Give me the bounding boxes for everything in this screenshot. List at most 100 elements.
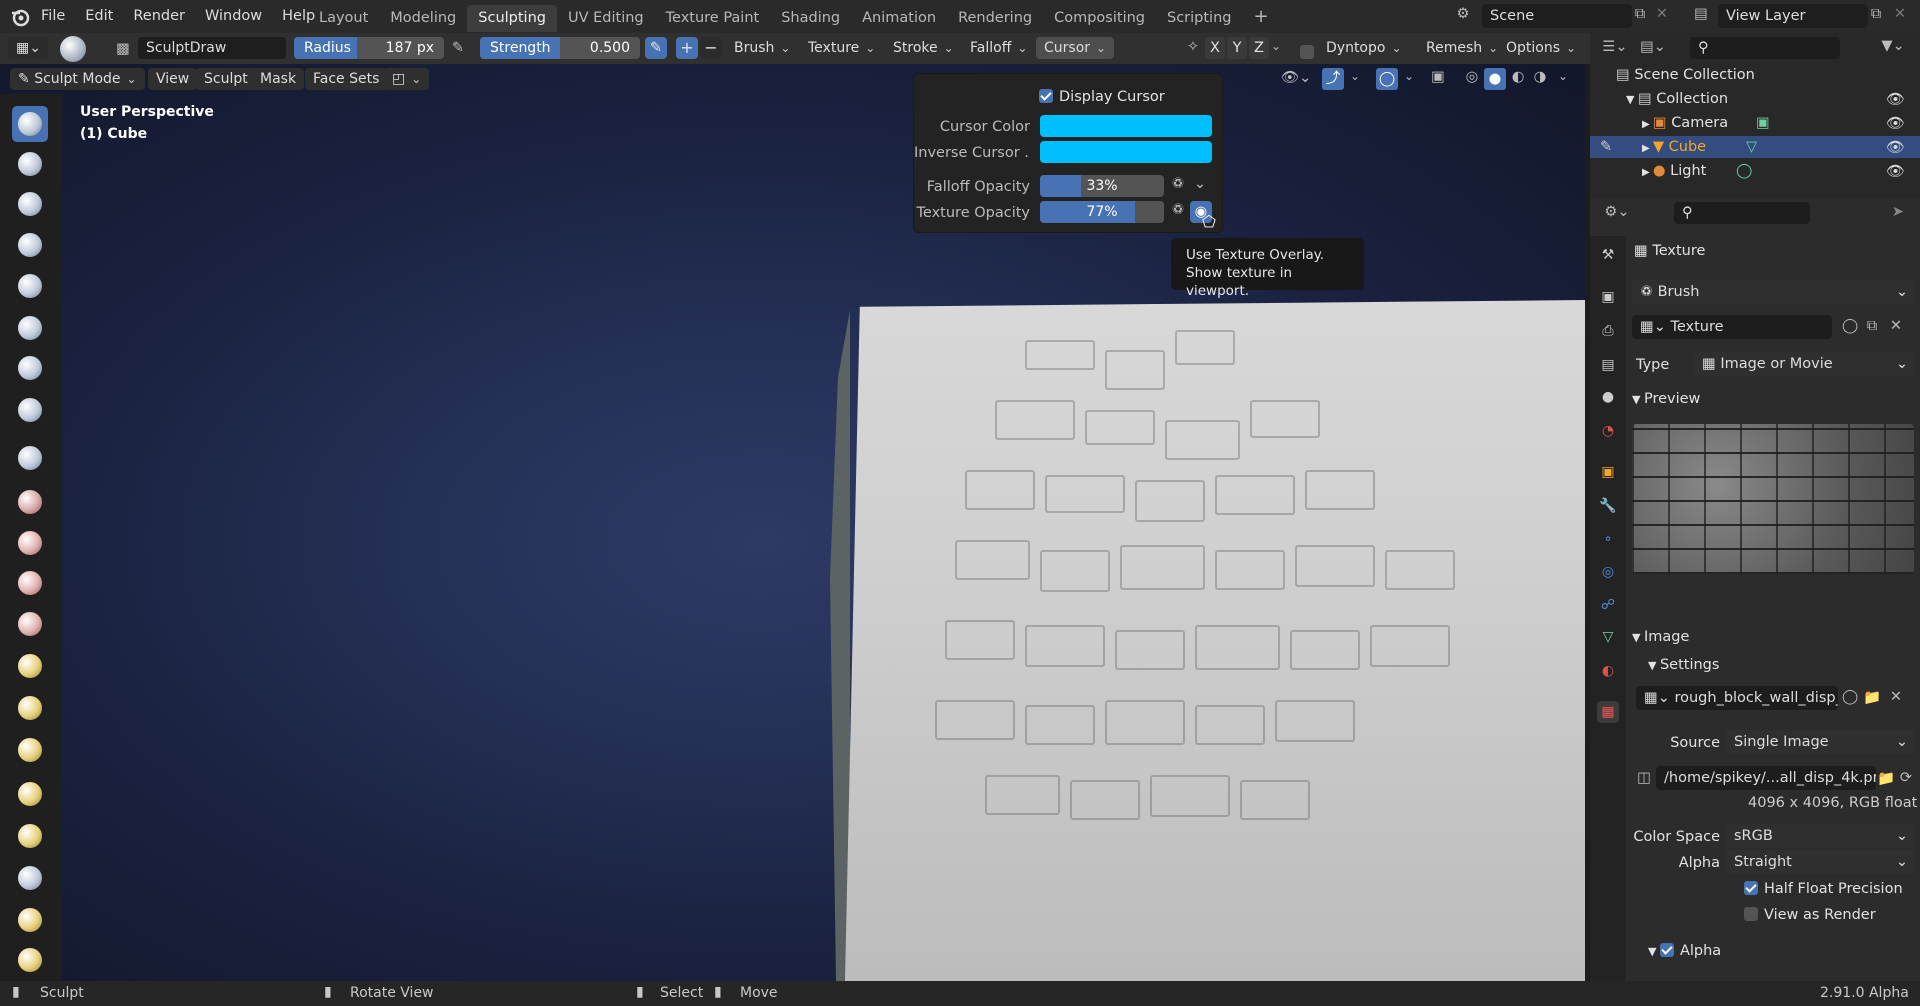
delete-view-layer-icon[interactable]: ✕ [1890, 6, 1910, 22]
tab-render-icon[interactable]: ▣ [1597, 286, 1619, 308]
shading-wireframe-icon[interactable]: ◎ [1462, 69, 1482, 85]
tool-elastic-deform[interactable] [12, 776, 48, 812]
tool-draw[interactable] [12, 106, 48, 142]
tool-fill[interactable] [12, 565, 48, 601]
tab-compositing[interactable]: Compositing [1043, 5, 1156, 32]
tool-clay-thumb[interactable] [12, 268, 48, 304]
falloff-opacity-slider[interactable]: 33% [1040, 175, 1164, 197]
half-float-checkbox[interactable] [1744, 881, 1758, 895]
cube-visibility-eye-icon[interactable]: 👁 [1886, 136, 1905, 158]
texture-opacity-slider[interactable]: 77% [1040, 201, 1164, 223]
gizmo-toggle-icon[interactable]: ⤴ [1322, 68, 1344, 90]
stroke-menu[interactable]: Stroke [885, 37, 962, 59]
pin-icon[interactable]: ➤ [1888, 204, 1908, 220]
half-float-row[interactable]: Half Float Precision [1744, 878, 1903, 900]
menu-face-sets[interactable]: Face Sets [305, 68, 388, 90]
menu-view[interactable]: View [148, 68, 198, 90]
tab-view-layer-icon[interactable]: ▤ [1597, 354, 1619, 376]
display-cursor-row[interactable]: Display Cursor [1039, 86, 1165, 108]
scene-name-field[interactable]: Scene [1482, 4, 1632, 28]
fake-user-shield-icon[interactable]: ◯ [1840, 318, 1860, 334]
view-as-render-checkbox[interactable] [1744, 907, 1758, 921]
delete-scene-icon[interactable]: ✕ [1652, 6, 1672, 22]
tab-modeling[interactable]: Modeling [379, 5, 467, 32]
tab-animation[interactable]: Animation [851, 5, 947, 32]
gizmo-dropdown-icon[interactable]: ⌄ [1348, 69, 1362, 83]
falloff-menu[interactable]: Falloff [962, 37, 1035, 59]
brush-name-field[interactable]: SculptDraw [138, 37, 286, 59]
inverse-cursor-color-swatch[interactable] [1040, 141, 1212, 163]
scene-selector-icon[interactable]: ⚙ [1448, 6, 1478, 28]
brush-preview-icon[interactable] [60, 36, 86, 62]
image-fake-user-icon[interactable]: ◯ [1840, 689, 1860, 705]
alpha-dropdown[interactable]: Straight ⌄ [1726, 850, 1914, 874]
dyntopo-menu[interactable]: Dyntopo [1318, 37, 1410, 59]
shading-dropdown-icon[interactable]: ⌄ [1556, 69, 1570, 83]
menu-sculpt[interactable]: Sculpt [196, 68, 256, 90]
texture-menu[interactable]: Texture [800, 37, 883, 59]
image-datablock-field[interactable]: ▦⌄ rough_block_wall_disp_... [1636, 686, 1838, 710]
tool-thumb[interactable] [12, 860, 48, 896]
add-direction-button[interactable]: + [676, 37, 698, 59]
tool-snake-hook[interactable] [12, 818, 48, 854]
menu-file[interactable]: File [31, 0, 75, 33]
tab-tool-icon[interactable]: ⚒ [1597, 244, 1619, 266]
add-workspace-button[interactable]: + [1242, 3, 1279, 30]
outliner-item-cube[interactable]: ▶ ▼ Cube ▽ 👁 [1642, 136, 1916, 158]
tool-smooth[interactable] [12, 484, 48, 520]
menu-edit[interactable]: Edit [75, 0, 123, 33]
tab-layout[interactable]: Layout [308, 5, 379, 32]
view-layer-icon[interactable]: ▤ [1686, 6, 1716, 22]
dyntopo-checkbox[interactable] [1300, 45, 1314, 59]
new-texture-icon[interactable]: ⧉ [1862, 318, 1882, 334]
tool-multiplane-scrape[interactable] [12, 648, 48, 684]
display-cursor-checkbox[interactable] [1039, 89, 1053, 103]
texture-datablock-field[interactable]: ▦⌄ Texture [1632, 315, 1832, 339]
radius-slider[interactable]: Radius 187 px [294, 37, 444, 59]
tool-crease[interactable] [12, 440, 48, 476]
tab-scripting[interactable]: Scripting [1156, 5, 1242, 32]
settings-subpanel-header[interactable]: ▼ Settings [1648, 654, 1719, 676]
color-space-dropdown[interactable]: sRGB ⌄ [1726, 824, 1914, 848]
unlink-image-icon[interactable]: ✕ [1886, 689, 1906, 705]
symmetry-icon[interactable]: ✧ [1183, 39, 1203, 55]
tab-constraints-icon[interactable]: ☍ [1597, 594, 1619, 616]
tab-modifiers-icon[interactable]: 🔧 [1597, 495, 1619, 517]
menu-mask[interactable]: Mask [252, 68, 305, 90]
shading-solid-icon[interactable]: ● [1484, 68, 1506, 90]
overlays-toggle-icon[interactable]: ◯ [1376, 68, 1398, 90]
brush-menu[interactable]: Brush [726, 37, 798, 59]
reload-image-icon[interactable]: ⟳ [1896, 770, 1916, 786]
new-view-layer-icon[interactable]: ⧉ [1866, 6, 1886, 22]
tool-layer[interactable] [12, 310, 48, 346]
tool-inflate[interactable] [12, 350, 48, 386]
camera-visibility-eye-icon[interactable]: 👁 [1886, 112, 1905, 134]
tool-blob[interactable] [12, 392, 48, 428]
remesh-menu[interactable]: Remesh [1418, 37, 1506, 59]
tab-shading[interactable]: Shading [770, 5, 851, 32]
file-path-input[interactable]: /home/spikey/...all_disp_4k.png [1656, 766, 1876, 790]
tool-box-mask[interactable] [12, 942, 48, 978]
texture-lock-icon[interactable]: ♽ [1168, 202, 1188, 218]
editor-type-button[interactable]: ▦⌄ [8, 37, 48, 59]
cursor-menu[interactable]: Cursor [1036, 37, 1115, 59]
view-as-render-row[interactable]: View as Render [1744, 904, 1876, 926]
collection-row[interactable]: ▼ ▤ Collection 👁 [1626, 88, 1916, 110]
outliner-filter-icon[interactable]: ▼⌄ [1878, 38, 1908, 54]
alpha-subpanel-header[interactable]: ▼ Alpha [1648, 940, 1721, 962]
tab-particles-icon[interactable]: ∘ [1597, 528, 1619, 550]
tab-rendering[interactable]: Rendering [947, 5, 1043, 32]
collection-visibility-eye-icon[interactable]: 👁 [1886, 88, 1905, 110]
axis-z-toggle[interactable]: Z [1249, 37, 1269, 59]
tab-texture-icon[interactable]: ▦ [1597, 701, 1619, 723]
blender-logo-icon[interactable] [10, 7, 30, 27]
tool-draw-sharp[interactable] [12, 146, 48, 182]
browse-file-icon[interactable]: 📁 [1876, 770, 1896, 787]
tab-output-icon[interactable]: ⎙ [1597, 320, 1619, 342]
transform-pivot-button[interactable]: ◰ [384, 68, 430, 90]
source-dropdown[interactable]: Single Image ⌄ [1726, 730, 1914, 754]
light-visibility-eye-icon[interactable]: 👁 [1886, 160, 1905, 182]
tab-material-icon[interactable]: ◐ [1597, 660, 1619, 682]
outliner-display-mode-icon[interactable]: ▤⌄ [1638, 39, 1668, 55]
symmetry-dropdown-icon[interactable]: ⌄ [1269, 39, 1283, 53]
